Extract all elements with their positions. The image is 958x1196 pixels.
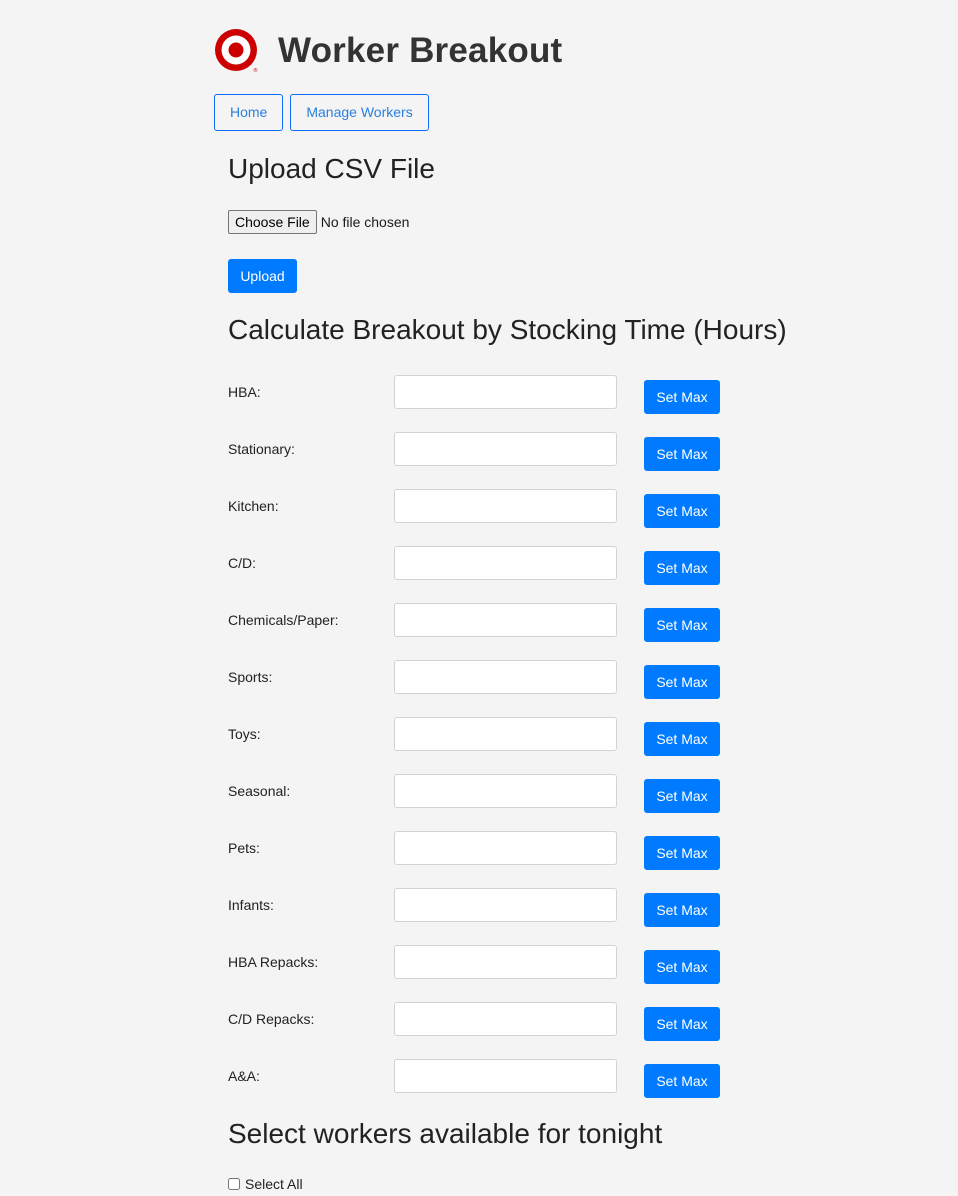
target-logo-icon: ® [214, 28, 258, 74]
set-max-button-stationary[interactable]: Set Max [644, 437, 720, 471]
category-hours-input-pets[interactable] [394, 831, 617, 865]
category-row-c-d: C/D: Set Max [228, 546, 748, 603]
category-row-sports: Sports: Set Max [228, 660, 748, 717]
category-hours-input-sports[interactable] [394, 660, 617, 694]
category-hours-input-infants[interactable] [394, 888, 617, 922]
category-hours-input-hba-repacks[interactable] [394, 945, 617, 979]
category-row-hba-repacks: HBA Repacks: Set Max [228, 945, 748, 1002]
registered-mark: ® [253, 68, 258, 74]
file-picker: Choose File No file chosen [228, 210, 409, 234]
set-max-button-toys[interactable]: Set Max [644, 722, 720, 756]
select-all-label: Select All [245, 1176, 303, 1192]
category-label: Infants: [228, 897, 274, 913]
set-max-button-hba-repacks[interactable]: Set Max [644, 950, 720, 984]
bullseye-icon [215, 29, 257, 71]
category-row-pets: Pets: Set Max [228, 831, 748, 888]
category-label: Seasonal: [228, 783, 291, 799]
category-list: HBA: Set Max Stationary: Set Max Kitchen: Set… [228, 375, 748, 1116]
app-header: ® Worker Breakout [214, 27, 563, 74]
category-hours-input-kitchen[interactable] [394, 489, 617, 523]
breakout-heading: Calculate Breakout by Stocking Time (Hou… [228, 314, 787, 345]
category-label: Stationary: [228, 441, 295, 457]
category-hours-input-chemicals-paper[interactable] [394, 603, 617, 637]
select-all-checkbox[interactable] [228, 1178, 240, 1190]
category-row-hba: HBA: Set Max [228, 375, 748, 432]
category-label: C/D Repacks: [228, 1011, 315, 1027]
set-max-button-hba[interactable]: Set Max [644, 380, 720, 414]
category-label: Chemicals/Paper: [228, 612, 339, 628]
category-row-chemicals-paper: Chemicals/Paper: Set Max [228, 603, 748, 660]
workers-heading: Select workers available for tonight [228, 1118, 663, 1149]
set-max-button-c-d-repacks[interactable]: Set Max [644, 1007, 720, 1041]
upload-csv-heading: Upload CSV File [228, 153, 435, 184]
category-hours-input-toys[interactable] [394, 717, 617, 751]
category-hours-input-a-a[interactable] [394, 1059, 617, 1093]
category-label: Sports: [228, 669, 273, 685]
category-hours-input-seasonal[interactable] [394, 774, 617, 808]
category-hours-input-c-d[interactable] [394, 546, 617, 580]
select-all-row[interactable]: Select All [228, 1176, 303, 1192]
category-hours-input-stationary[interactable] [394, 432, 617, 466]
set-max-button-pets[interactable]: Set Max [644, 836, 720, 870]
set-max-button-seasonal[interactable]: Set Max [644, 779, 720, 813]
category-hours-input-c-d-repacks[interactable] [394, 1002, 617, 1036]
category-row-c-d-repacks: C/D Repacks: Set Max [228, 1002, 748, 1059]
choose-file-button[interactable]: Choose File [228, 210, 317, 234]
category-row-stationary: Stationary: Set Max [228, 432, 748, 489]
page-title: Worker Breakout [278, 30, 563, 70]
category-label: Kitchen: [228, 498, 279, 514]
category-row-toys: Toys: Set Max [228, 717, 748, 774]
category-row-infants: Infants: Set Max [228, 888, 748, 945]
set-max-button-c-d[interactable]: Set Max [644, 551, 720, 585]
upload-button[interactable]: Upload [228, 259, 297, 293]
category-row-a-a: A&A: Set Max [228, 1059, 748, 1116]
nav-manage-workers-button[interactable]: Manage Workers [290, 94, 429, 131]
nav-bar: Home Manage Workers [214, 94, 429, 131]
category-label: Toys: [228, 726, 261, 742]
category-label: C/D: [228, 555, 256, 571]
set-max-button-a-a[interactable]: Set Max [644, 1064, 720, 1098]
set-max-button-sports[interactable]: Set Max [644, 665, 720, 699]
category-row-seasonal: Seasonal: Set Max [228, 774, 748, 831]
category-label: HBA: [228, 384, 261, 400]
category-label: A&A: [228, 1068, 260, 1084]
set-max-button-chemicals-paper[interactable]: Set Max [644, 608, 720, 642]
file-status-text: No file chosen [320, 214, 410, 230]
nav-home-button[interactable]: Home [214, 94, 284, 131]
category-label: Pets: [228, 840, 260, 856]
set-max-button-infants[interactable]: Set Max [644, 893, 720, 927]
category-label: HBA Repacks: [228, 954, 319, 970]
category-hours-input-hba[interactable] [394, 375, 617, 409]
category-row-kitchen: Kitchen: Set Max [228, 489, 748, 546]
set-max-button-kitchen[interactable]: Set Max [644, 494, 720, 528]
